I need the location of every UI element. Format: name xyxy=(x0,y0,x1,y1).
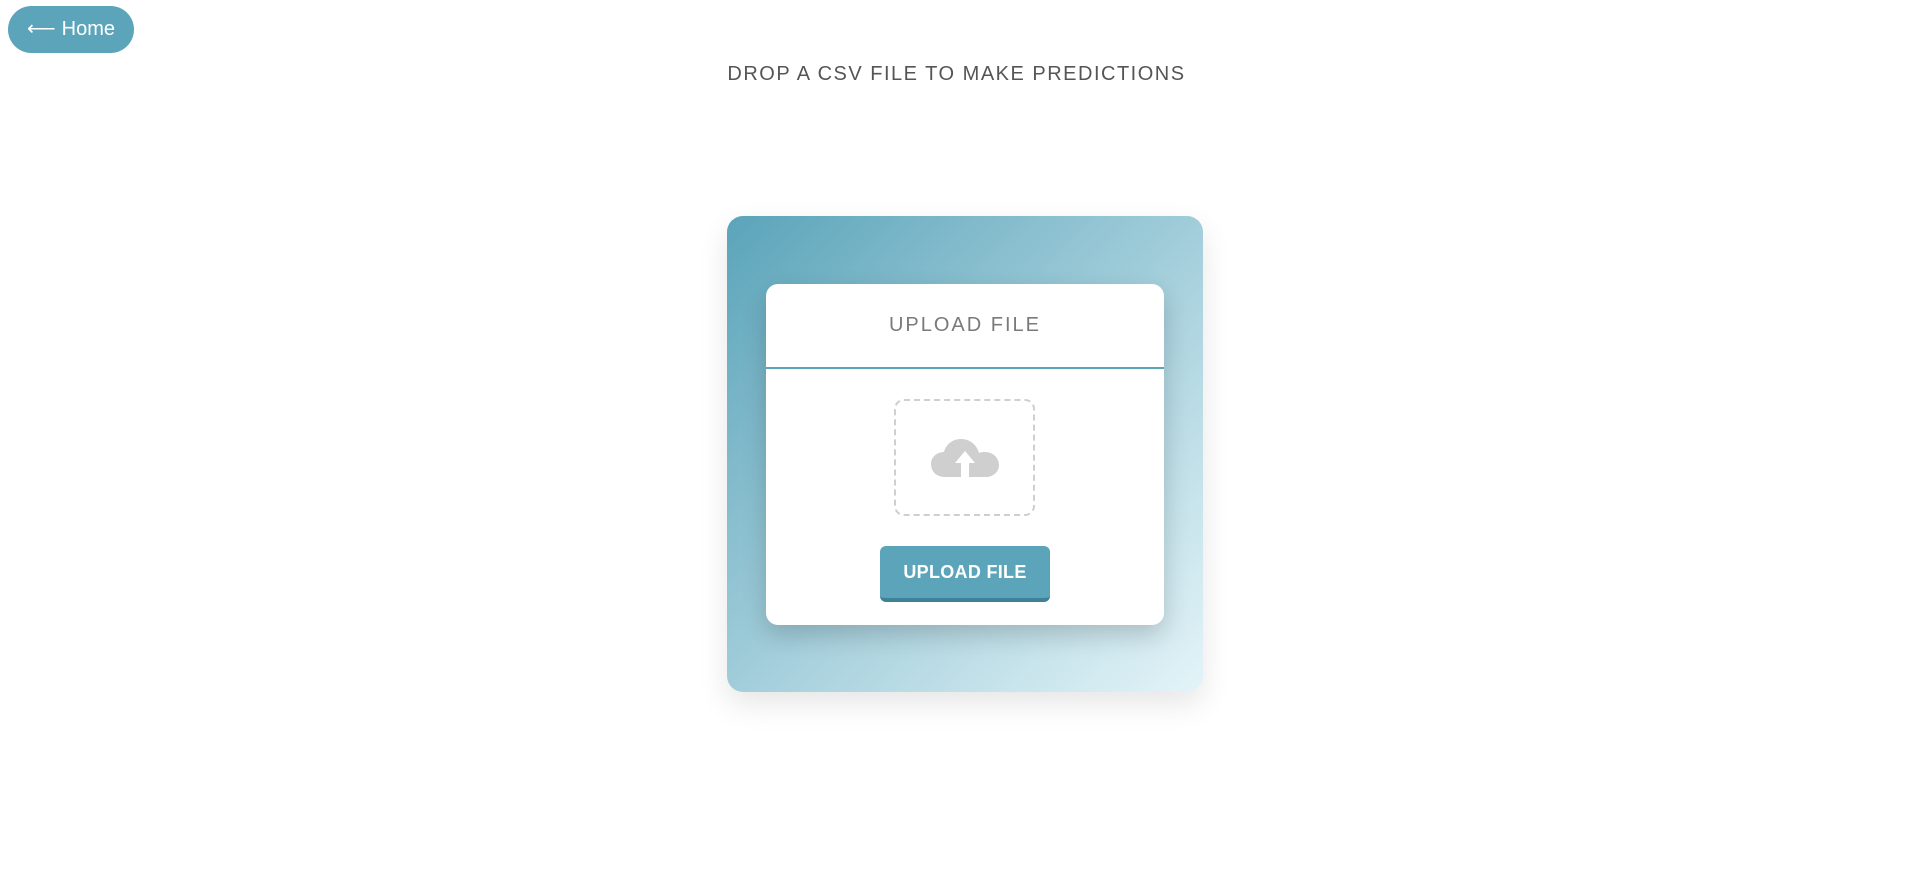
upload-card-title: UPLOAD FILE xyxy=(888,314,1042,336)
cloud-upload-icon xyxy=(930,438,999,477)
upload-card-header: UPLOAD FILE xyxy=(766,284,1164,369)
upload-file-button[interactable]: UPLOAD FILE xyxy=(880,546,1050,602)
page-title: DROP A CSV FILE TO MAKE PREDICTIONS xyxy=(727,63,1186,85)
back-arrow-icon: ⟵ xyxy=(26,17,56,40)
home-button[interactable]: ⟵ Home xyxy=(8,6,134,53)
upload-card: UPLOAD FILE UPLOAD FILE xyxy=(766,284,1164,625)
file-drop-zone[interactable] xyxy=(894,399,1035,516)
home-button-label: Home xyxy=(61,18,116,40)
upload-panel: UPLOAD FILE UPLOAD FILE xyxy=(727,216,1203,692)
